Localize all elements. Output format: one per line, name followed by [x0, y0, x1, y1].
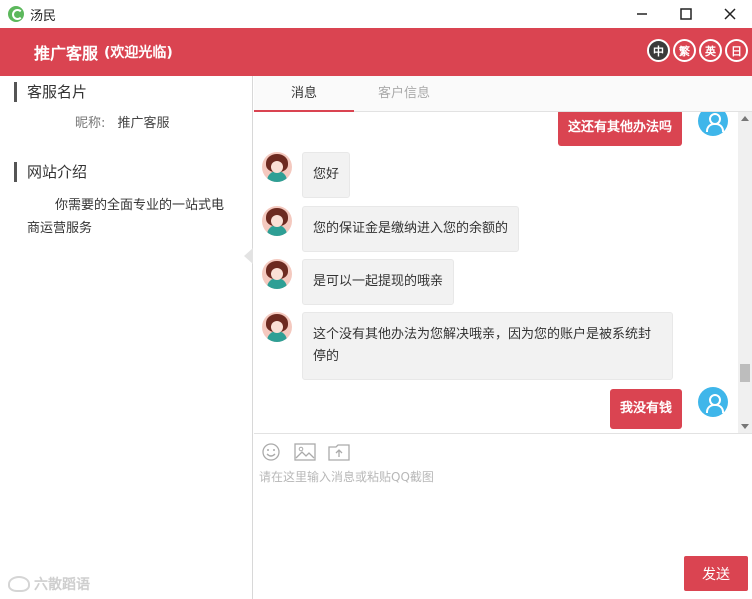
close-icon — [724, 8, 736, 20]
message-agent: 您好 — [262, 152, 351, 198]
nickname-value: 推广客服 — [117, 116, 170, 131]
watermark-text: 六散蹈语 — [34, 577, 90, 593]
message-bubble: 这还有其他办法吗 — [557, 112, 682, 146]
minimize-button[interactable] — [620, 0, 664, 28]
lang-button-zh-traditional[interactable]: 繁 — [673, 39, 696, 62]
tab-customer-info[interactable]: 客户信息 — [354, 76, 454, 112]
close-button[interactable] — [708, 0, 752, 28]
watermark: 六散蹈语 — [8, 574, 90, 594]
maximize-button[interactable] — [664, 0, 708, 28]
app-logo-icon — [8, 6, 24, 22]
composer-toolbar — [260, 442, 350, 462]
lang-button-zh[interactable]: 中 — [647, 39, 670, 62]
agent-info-panel: 客服名片 昵称: 推广客服 网站介绍 你需要的全面专业的一站式电商运营服务 — [0, 76, 253, 599]
message-bubble: 您的保证金是缴纳进入您的余额的 — [302, 206, 520, 252]
header-subtitle: (欢迎光临) — [104, 45, 173, 61]
message-bubble: 这个没有其他办法为您解决哦亲，因为您的账户是被系统封停的 — [302, 312, 673, 380]
message-bubble: 您好 — [302, 152, 351, 198]
card-heading: 客服名片 — [14, 82, 87, 102]
language-switcher: 中 繁 英 日 — [647, 39, 748, 62]
upload-file-icon[interactable] — [328, 442, 350, 462]
message-composer: 请在这里输入消息或粘贴QQ截图 发送 — [254, 433, 752, 599]
message-input[interactable]: 请在这里输入消息或粘贴QQ截图 — [259, 468, 434, 485]
agent-avatar-icon — [262, 152, 292, 182]
message-agent: 您的保证金是缴纳进入您的余额的 — [262, 206, 520, 252]
intro-text: 你需要的全面专业的一站式电商运营服务 — [27, 198, 225, 236]
nickname-row: 昵称: 推广客服 — [75, 112, 170, 131]
window-title: 汤民 — [30, 8, 57, 24]
maximize-icon — [680, 8, 692, 20]
agent-avatar-icon — [262, 312, 292, 342]
collapse-panel-arrow-icon[interactable] — [244, 248, 253, 264]
tab-messages[interactable]: 消息 — [254, 76, 354, 112]
nickname-label: 昵称: — [75, 116, 106, 131]
message-user: 我没有钱 — [609, 387, 728, 429]
lang-button-ja[interactable]: 日 — [725, 39, 748, 62]
message-bubble: 是可以一起提现的哦亲 — [302, 259, 455, 305]
scroll-up-arrow-icon[interactable] — [741, 116, 749, 121]
watermark-logo-icon — [8, 576, 30, 592]
lang-button-en[interactable]: 英 — [699, 39, 722, 62]
message-agent: 这个没有其他办法为您解决哦亲，因为您的账户是被系统封停的 — [262, 312, 673, 380]
emoji-icon[interactable] — [260, 442, 282, 462]
user-avatar-icon — [698, 112, 728, 136]
message-list: 这还有其他办法吗 您好 您的保证金是缴纳进入您的余额的 是可以一起提现的哦亲 这… — [254, 112, 738, 433]
window-title-bar: 汤民 — [0, 0, 752, 28]
message-bubble: 我没有钱 — [609, 389, 682, 429]
header-title: 推广客服 — [34, 44, 99, 63]
user-avatar-icon — [698, 387, 728, 417]
intro-heading: 网站介绍 — [14, 162, 87, 182]
scroll-down-arrow-icon[interactable] — [741, 424, 749, 429]
chat-header: 推广客服 (欢迎光临) 中 繁 英 日 — [0, 28, 752, 76]
message-agent: 是可以一起提现的哦亲 — [262, 259, 455, 305]
minimize-icon — [637, 13, 647, 15]
agent-avatar-icon — [262, 206, 292, 236]
scroll-thumb[interactable] — [740, 364, 750, 382]
send-button[interactable]: 发送 — [684, 556, 748, 591]
agent-avatar-icon — [262, 259, 292, 289]
chat-tabs: 消息 客户信息 — [254, 76, 752, 112]
image-icon[interactable] — [294, 442, 316, 462]
chat-scrollbar[interactable] — [738, 112, 752, 433]
message-user: 这还有其他办法吗 — [557, 112, 728, 146]
